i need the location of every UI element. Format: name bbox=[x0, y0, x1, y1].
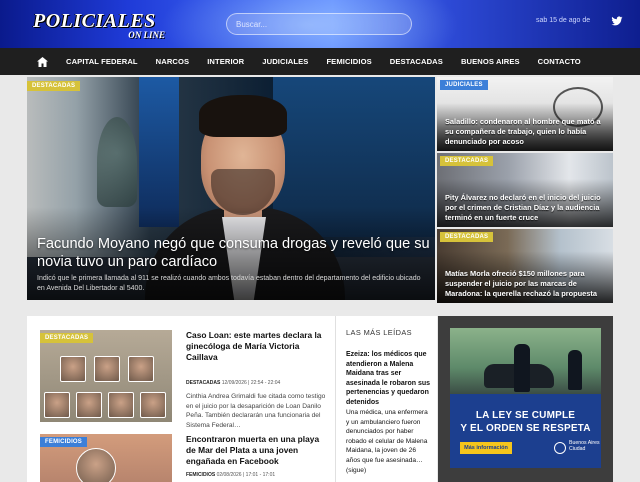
thumb-face bbox=[76, 392, 102, 418]
nav-home[interactable] bbox=[28, 48, 56, 75]
most-read-title[interactable]: Ezeiza: los médicos que atendieron a Mal… bbox=[346, 350, 432, 408]
thumb-face bbox=[140, 392, 166, 418]
nav-item-contacto[interactable]: CONTACTO bbox=[529, 48, 590, 75]
news-item-1-date: 12/09/2026 | 22:54 - 22:04 bbox=[221, 380, 281, 386]
hero-person-hair bbox=[199, 95, 287, 137]
news-item-2-meta: FEMICIDIOS 02/08/2026 | 17:01 - 17:01 bbox=[186, 472, 330, 478]
news-item-1-thumbnail[interactable]: DESTACADAS bbox=[40, 330, 172, 422]
site-header: POLICIALES ON LINE sab 15 de ago de bbox=[0, 0, 640, 48]
side-story-2[interactable]: DESTACADAS Pity Álvarez no declaró en el… bbox=[437, 153, 613, 227]
most-read-more-link[interactable]: (sigue) bbox=[346, 467, 366, 474]
side-story-1-badge[interactable]: JUDICIALES bbox=[440, 80, 488, 90]
side-story-3-badge[interactable]: DESTACADAS bbox=[440, 232, 494, 242]
news-item-2-badge[interactable]: FEMICIDIOS bbox=[40, 437, 88, 447]
main-nav: CAPITAL FEDERAL NARCOS INTERIOR JUDICIAL… bbox=[0, 48, 640, 75]
most-read: LAS MÁS LEÍDAS Ezeiza: los médicos que a… bbox=[335, 316, 437, 482]
ad-inner: LA LEY SE CUMPLE Y EL ORDEN SE RESPETA M… bbox=[450, 328, 601, 468]
most-read-body: Una médica, una enfermera y un ambulanci… bbox=[346, 409, 428, 464]
most-read-heading: LAS MÁS LEÍDAS bbox=[346, 328, 412, 337]
nav-item-capital-federal[interactable]: CAPITAL FEDERAL bbox=[56, 48, 147, 75]
side-story-1[interactable]: JUDICIALES Saladillo: condenaron al homb… bbox=[437, 77, 613, 151]
side-story-1-title[interactable]: Saladillo: condenaron al hombre que mató… bbox=[445, 117, 609, 147]
twitter-icon[interactable] bbox=[611, 15, 623, 27]
news-item-2-title[interactable]: Encontraron muerta en una playa de Mar d… bbox=[186, 434, 330, 467]
ad-banner[interactable]: LA LEY SE CUMPLE Y EL ORDEN SE RESPETA M… bbox=[438, 316, 613, 482]
ad-headline-2: Y EL ORDEN SE RESPETA bbox=[460, 423, 591, 434]
side-story-2-title[interactable]: Pity Álvarez no declaró en el inicio del… bbox=[445, 193, 609, 223]
thumb-face bbox=[44, 392, 70, 418]
thumb-face bbox=[76, 448, 116, 482]
nav-item-narcos[interactable]: NARCOS bbox=[147, 48, 199, 75]
ad-more-info-button[interactable]: Más información bbox=[460, 442, 512, 454]
side-story-3-title[interactable]: Matías Morla ofreció $150 millones para … bbox=[445, 269, 609, 299]
ad-officer bbox=[514, 344, 530, 392]
news-item-2-category[interactable]: FEMICIDIOS bbox=[186, 472, 215, 478]
thumb-face bbox=[94, 356, 120, 382]
ad-headline-1: LA LEY SE CUMPLE bbox=[475, 410, 576, 421]
thumb-face bbox=[128, 356, 154, 382]
home-icon bbox=[36, 56, 48, 67]
news-item-1-meta: DESTACADAS 12/09/2026 | 22:54 - 22:04 bbox=[186, 380, 330, 386]
header-date: sab 15 de ago de bbox=[536, 17, 591, 24]
thumb-face bbox=[108, 392, 134, 418]
nav-item-interior[interactable]: INTERIOR bbox=[198, 48, 253, 75]
news-item-1-title[interactable]: Caso Loan: este martes declara la ginecó… bbox=[186, 330, 330, 363]
news-item-1-category[interactable]: DESTACADAS bbox=[186, 380, 220, 386]
most-read-excerpt: Una médica, una enfermera y un ambulanci… bbox=[346, 408, 432, 475]
hero-title[interactable]: Facundo Moyano negó que consuma drogas y… bbox=[37, 235, 433, 271]
hero-subtitle: Indicó que le primera llamada al 911 se … bbox=[37, 275, 421, 292]
nav-item-judiciales[interactable]: JUDICIALES bbox=[253, 48, 317, 75]
news-item-2-thumbnail[interactable]: FEMICIDIOS bbox=[40, 434, 172, 482]
hero-plant bbox=[97, 117, 137, 207]
site-logo[interactable]: POLICIALES ON LINE bbox=[33, 10, 167, 40]
ba-logo-icon bbox=[554, 442, 566, 454]
page: POLICIALES ON LINE sab 15 de ago de CAPI… bbox=[0, 0, 640, 482]
ad-brand: Buenos Aires Ciudad bbox=[569, 440, 600, 453]
news-item-1-excerpt: Cinthia Andrea Grimaldi fue citada como … bbox=[186, 393, 326, 429]
nav-item-destacadas[interactable]: DESTACADAS bbox=[381, 48, 452, 75]
search-input[interactable] bbox=[226, 13, 412, 35]
logo-text: POLICIALES bbox=[33, 10, 156, 32]
ad-officer bbox=[568, 350, 582, 390]
news-list-section: DESTACADAS Caso Loan: este martes declar… bbox=[27, 316, 437, 482]
hero-story[interactable]: DESTACADAS Facundo Moyano negó que consu… bbox=[27, 77, 435, 300]
news-item-1-badge[interactable]: DESTACADAS bbox=[40, 333, 94, 343]
news-item-2-date: 02/08/2026 | 17:01 - 17:01 bbox=[216, 472, 276, 478]
news-item-1[interactable]: DESTACADAS Caso Loan: este martes declar… bbox=[40, 330, 330, 430]
hero-stripe bbox=[139, 77, 179, 227]
news-item-2[interactable]: FEMICIDIOS Encontraron muerta en una pla… bbox=[40, 434, 330, 482]
logo-subtitle: ON LINE bbox=[128, 30, 165, 40]
side-story-2-badge[interactable]: DESTACADAS bbox=[440, 156, 494, 166]
nav-item-femicidios[interactable]: FEMICIDIOS bbox=[317, 48, 380, 75]
thumb-face bbox=[60, 356, 86, 382]
hero-badge[interactable]: DESTACADAS bbox=[27, 81, 81, 91]
nav-item-buenos-aires[interactable]: BUENOS AIRES bbox=[452, 48, 529, 75]
side-story-3[interactable]: DESTACADAS Matías Morla ofreció $150 mil… bbox=[437, 229, 613, 303]
